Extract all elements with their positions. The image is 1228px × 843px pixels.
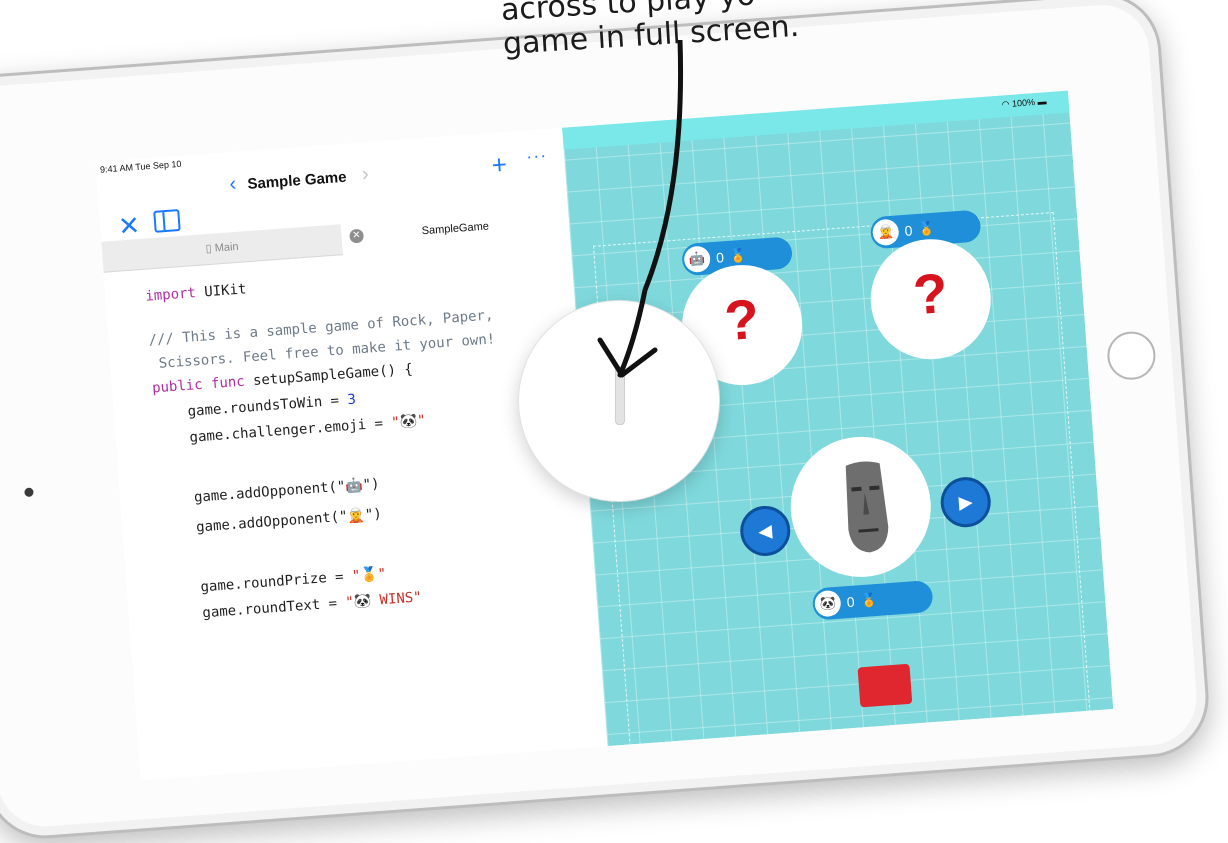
more-options-icon[interactable]: ··· [525, 145, 547, 167]
tab-samplegame-label: SampleGame [421, 220, 490, 238]
pointer-arrow-icon [597, 40, 684, 378]
code-text: game.roundText = [168, 594, 347, 624]
code-string: "🐼" [390, 412, 427, 432]
code-number: 3 [346, 391, 357, 409]
code-text: game.roundsToWin = [153, 392, 349, 423]
play-button[interactable] [857, 663, 913, 708]
chevron-back-icon[interactable]: ‹ [229, 173, 237, 196]
code-editor-panel: 9:41 AM Tue Sep 10 ✕ ‹ Sample Game › + ·… [95, 127, 608, 781]
challenger-avatar: 🐼 [813, 589, 842, 618]
opponent-2-avatar: 🧝 [871, 218, 900, 247]
document-title: Sample Game [246, 168, 348, 193]
battery-status: ◠ 100% ▬ [1001, 96, 1047, 110]
question-mark: ? [910, 261, 950, 327]
code-text: UIKit [195, 281, 247, 301]
code-keyword: public func [151, 373, 246, 397]
code-string: "🏅" [351, 565, 387, 585]
status-time: 9:41 AM Tue Sep 10 [99, 158, 182, 175]
code-text: game.challenger.emoji = [155, 415, 392, 449]
moai-icon [845, 461, 889, 553]
code-line: game.roundsToWin = 3 [153, 391, 357, 423]
code-line: game.roundPrize = "🏅" [166, 565, 387, 598]
code-keyword: import [144, 285, 197, 305]
code-string: "🐼 WINS" [344, 589, 423, 611]
close-icon[interactable]: ✕ [117, 210, 141, 243]
add-icon[interactable]: + [491, 149, 508, 181]
code-text: game.roundPrize = [166, 568, 353, 598]
tab-close-icon[interactable]: ✕ [349, 228, 365, 244]
medal-icon: 🏅 [860, 591, 878, 609]
code-text: setupSampleGame() { [244, 361, 414, 390]
battery-percent: 100% [1011, 97, 1036, 109]
tab-main-label: Main [214, 240, 239, 255]
code-line: import UIKit [145, 281, 247, 304]
code-line: game.addOpponent("🧝") [162, 506, 383, 539]
challenger-score: 0 [846, 593, 856, 611]
tab-samplegame[interactable]: ✕ SampleGame [341, 208, 571, 255]
code-line: game.addOpponent("🤖") [159, 476, 381, 509]
sidebar-toggle-icon[interactable] [153, 209, 181, 233]
chevron-forward-icon[interactable]: › [361, 163, 369, 186]
